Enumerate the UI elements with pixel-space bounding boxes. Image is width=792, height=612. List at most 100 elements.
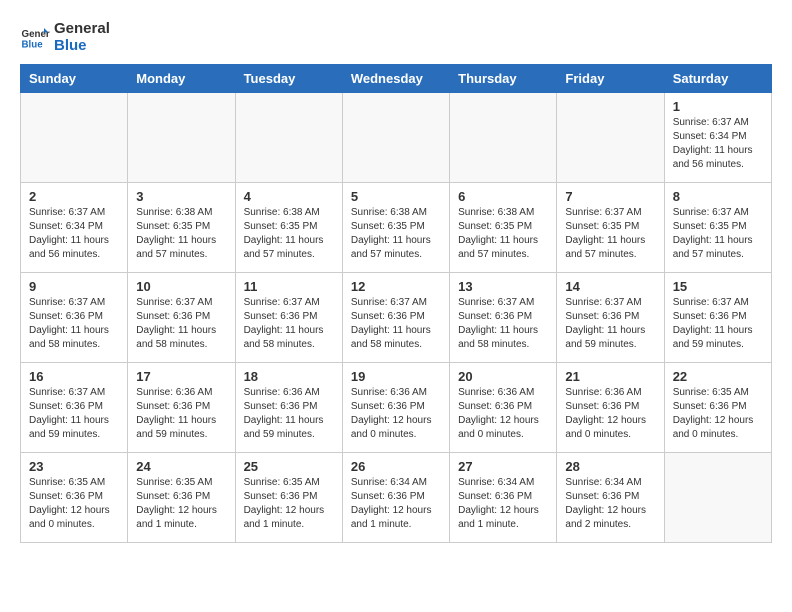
week-row-1: 2 Sunrise: 6:37 AM Sunset: 6:34 PM Daylig… [21, 183, 772, 273]
day-info: Sunrise: 6:36 AM Sunset: 6:36 PM Dayligh… [458, 386, 548, 442]
calendar-cell [557, 93, 664, 183]
week-row-4: 23 Sunrise: 6:35 AM Sunset: 6:36 PM Dayli… [21, 453, 772, 543]
day-number: 8 [673, 189, 763, 204]
day-number: 12 [351, 279, 441, 294]
day-info: Sunrise: 6:38 AM Sunset: 6:35 PM Dayligh… [458, 206, 548, 262]
week-row-0: 1 Sunrise: 6:37 AM Sunset: 6:34 PM Daylig… [21, 93, 772, 183]
day-number: 13 [458, 279, 548, 294]
calendar-cell: 5 Sunrise: 6:38 AM Sunset: 6:35 PM Daylig… [342, 183, 449, 273]
day-number: 3 [136, 189, 226, 204]
header: General Blue General Blue [20, 20, 772, 54]
calendar-cell: 17 Sunrise: 6:36 AM Sunset: 6:36 PM Dayli… [128, 363, 235, 453]
day-number: 22 [673, 369, 763, 384]
day-info: Sunrise: 6:37 AM Sunset: 6:36 PM Dayligh… [673, 296, 763, 352]
day-info: Sunrise: 6:37 AM Sunset: 6:36 PM Dayligh… [458, 296, 548, 352]
day-info: Sunrise: 6:37 AM Sunset: 6:35 PM Dayligh… [673, 206, 763, 262]
day-number: 19 [351, 369, 441, 384]
logo-blue-text: Blue [54, 37, 110, 54]
logo-general-text: General [54, 20, 110, 37]
day-number: 27 [458, 459, 548, 474]
weekday-header-monday: Monday [128, 65, 235, 93]
day-number: 20 [458, 369, 548, 384]
logo-icon: General Blue [20, 22, 50, 52]
calendar-cell [235, 93, 342, 183]
day-number: 15 [673, 279, 763, 294]
calendar-cell: 21Sunrise: 6:36 AM Sunset: 6:36 PM Dayli… [557, 363, 664, 453]
calendar-cell: 12 Sunrise: 6:37 AM Sunset: 6:36 PM Dayli… [342, 273, 449, 363]
day-info: Sunrise: 6:36 AM Sunset: 6:36 PM Dayligh… [351, 386, 441, 442]
week-row-3: 16Sunrise: 6:37 AM Sunset: 6:36 PM Dayli… [21, 363, 772, 453]
calendar-cell: 16Sunrise: 6:37 AM Sunset: 6:36 PM Dayli… [21, 363, 128, 453]
day-info: Sunrise: 6:37 AM Sunset: 6:34 PM Dayligh… [29, 206, 119, 262]
day-number: 14 [565, 279, 655, 294]
calendar-cell: 22Sunrise: 6:35 AM Sunset: 6:36 PM Dayli… [664, 363, 771, 453]
calendar-cell: 3 Sunrise: 6:38 AM Sunset: 6:35 PM Daylig… [128, 183, 235, 273]
calendar-cell: 27 Sunrise: 6:34 AM Sunset: 6:36 PM Dayli… [450, 453, 557, 543]
calendar-cell: 7 Sunrise: 6:37 AM Sunset: 6:35 PM Daylig… [557, 183, 664, 273]
calendar-cell: 19 Sunrise: 6:36 AM Sunset: 6:36 PM Dayli… [342, 363, 449, 453]
calendar-cell: 6 Sunrise: 6:38 AM Sunset: 6:35 PM Daylig… [450, 183, 557, 273]
calendar-cell: 2 Sunrise: 6:37 AM Sunset: 6:34 PM Daylig… [21, 183, 128, 273]
day-info: Sunrise: 6:38 AM Sunset: 6:35 PM Dayligh… [136, 206, 226, 262]
svg-text:Blue: Blue [22, 40, 44, 51]
weekday-header-thursday: Thursday [450, 65, 557, 93]
day-info: Sunrise: 6:37 AM Sunset: 6:36 PM Dayligh… [565, 296, 655, 352]
day-number: 4 [244, 189, 334, 204]
day-info: Sunrise: 6:37 AM Sunset: 6:36 PM Dayligh… [29, 296, 119, 352]
calendar-cell: 18Sunrise: 6:36 AM Sunset: 6:36 PM Dayli… [235, 363, 342, 453]
day-info: Sunrise: 6:37 AM Sunset: 6:34 PM Dayligh… [673, 116, 763, 172]
day-info: Sunrise: 6:35 AM Sunset: 6:36 PM Dayligh… [29, 476, 119, 532]
day-number: 5 [351, 189, 441, 204]
day-info: Sunrise: 6:34 AM Sunset: 6:36 PM Dayligh… [351, 476, 441, 532]
day-number: 2 [29, 189, 119, 204]
calendar-cell: 23 Sunrise: 6:35 AM Sunset: 6:36 PM Dayli… [21, 453, 128, 543]
day-number: 24 [136, 459, 226, 474]
day-info: Sunrise: 6:36 AM Sunset: 6:36 PM Dayligh… [136, 386, 226, 442]
weekday-header-friday: Friday [557, 65, 664, 93]
calendar-cell [664, 453, 771, 543]
day-info: Sunrise: 6:37 AM Sunset: 6:36 PM Dayligh… [29, 386, 119, 442]
day-info: Sunrise: 6:35 AM Sunset: 6:36 PM Dayligh… [244, 476, 334, 532]
day-number: 25 [244, 459, 334, 474]
day-number: 7 [565, 189, 655, 204]
day-number: 9 [29, 279, 119, 294]
day-info: Sunrise: 6:37 AM Sunset: 6:36 PM Dayligh… [244, 296, 334, 352]
day-info: Sunrise: 6:38 AM Sunset: 6:35 PM Dayligh… [244, 206, 334, 262]
calendar-body: 1 Sunrise: 6:37 AM Sunset: 6:34 PM Daylig… [21, 93, 772, 543]
weekday-header-wednesday: Wednesday [342, 65, 449, 93]
calendar-cell: 24Sunrise: 6:35 AM Sunset: 6:36 PM Dayli… [128, 453, 235, 543]
day-number: 17 [136, 369, 226, 384]
day-info: Sunrise: 6:36 AM Sunset: 6:36 PM Dayligh… [565, 386, 655, 442]
day-number: 10 [136, 279, 226, 294]
weekday-header-sunday: Sunday [21, 65, 128, 93]
calendar-cell: 25 Sunrise: 6:35 AM Sunset: 6:36 PM Dayli… [235, 453, 342, 543]
day-number: 23 [29, 459, 119, 474]
calendar-cell [450, 93, 557, 183]
day-info: Sunrise: 6:34 AM Sunset: 6:36 PM Dayligh… [565, 476, 655, 532]
day-number: 1 [673, 99, 763, 114]
day-number: 6 [458, 189, 548, 204]
calendar-cell [128, 93, 235, 183]
calendar-cell: 14 Sunrise: 6:37 AM Sunset: 6:36 PM Dayli… [557, 273, 664, 363]
calendar-cell [342, 93, 449, 183]
weekday-header-tuesday: Tuesday [235, 65, 342, 93]
calendar-cell: 1 Sunrise: 6:37 AM Sunset: 6:34 PM Daylig… [664, 93, 771, 183]
day-info: Sunrise: 6:36 AM Sunset: 6:36 PM Dayligh… [244, 386, 334, 442]
weekday-header-saturday: Saturday [664, 65, 771, 93]
calendar-cell: 11 Sunrise: 6:37 AM Sunset: 6:36 PM Dayli… [235, 273, 342, 363]
day-info: Sunrise: 6:37 AM Sunset: 6:36 PM Dayligh… [351, 296, 441, 352]
week-row-2: 9 Sunrise: 6:37 AM Sunset: 6:36 PM Daylig… [21, 273, 772, 363]
calendar-cell: 28Sunrise: 6:34 AM Sunset: 6:36 PM Dayli… [557, 453, 664, 543]
calendar-cell: 26 Sunrise: 6:34 AM Sunset: 6:36 PM Dayli… [342, 453, 449, 543]
calendar-cell: 9 Sunrise: 6:37 AM Sunset: 6:36 PM Daylig… [21, 273, 128, 363]
day-info: Sunrise: 6:38 AM Sunset: 6:35 PM Dayligh… [351, 206, 441, 262]
weekday-header-row: SundayMondayTuesdayWednesdayThursdayFrid… [21, 65, 772, 93]
calendar-cell: 13 Sunrise: 6:37 AM Sunset: 6:36 PM Dayli… [450, 273, 557, 363]
day-info: Sunrise: 6:34 AM Sunset: 6:36 PM Dayligh… [458, 476, 548, 532]
day-number: 11 [244, 279, 334, 294]
calendar-cell: 20 Sunrise: 6:36 AM Sunset: 6:36 PM Dayli… [450, 363, 557, 453]
calendar-cell: 8 Sunrise: 6:37 AM Sunset: 6:35 PM Daylig… [664, 183, 771, 273]
day-info: Sunrise: 6:37 AM Sunset: 6:36 PM Dayligh… [136, 296, 226, 352]
day-number: 26 [351, 459, 441, 474]
day-info: Sunrise: 6:37 AM Sunset: 6:35 PM Dayligh… [565, 206, 655, 262]
